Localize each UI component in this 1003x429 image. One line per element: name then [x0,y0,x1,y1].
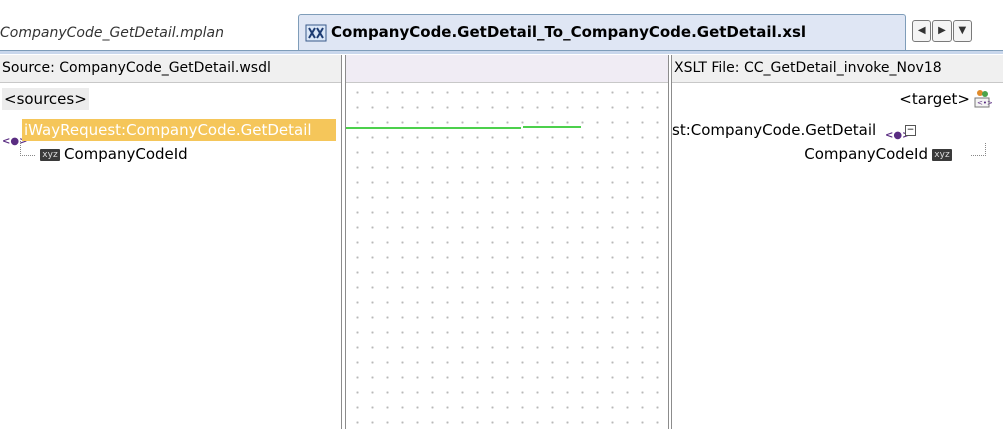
element-icon: <●> [884,129,911,141]
target-request-node[interactable]: st:CompanyCode.GetDetail <●>− [672,119,916,141]
target-panel: XSLT File: CC_GetDetail_invoke_Nov18 <ta… [671,55,1003,429]
tab-underline [0,50,1003,54]
element-icon: <●> [2,135,28,147]
map-line-2[interactable] [523,126,581,128]
svg-text:<•>: <•> [977,99,992,107]
editor-tab-bar: CompanyCode_GetDetail.mplan CompanyCode.… [0,0,1003,55]
source-header: Source: CompanyCode_GetDetail.wsdl [0,55,341,83]
source-companycodeid-label: CompanyCodeId [64,145,188,163]
tab-menu-icon[interactable]: ▼ [952,20,972,42]
scroll-right-icon[interactable]: ▶ [932,20,952,42]
target-request-label: st:CompanyCode.GetDetail [672,121,877,139]
scroll-left-icon[interactable]: ◀ [912,20,932,42]
source-companycodeid-node[interactable]: xyz CompanyCodeId [36,143,188,165]
canvas-header [346,55,668,83]
target-header: XSLT File: CC_GetDetail_invoke_Nov18 [672,55,1003,83]
xsl-file-icon [305,24,327,42]
target-companycodeid-label: CompanyCodeId [804,145,928,163]
attribute-icon: xyz [932,148,952,161]
tree-connector [971,143,986,156]
tab-mplan-label: CompanyCode_GetDetail.mplan [0,25,224,41]
tree-connector [20,141,35,156]
tab-mplan[interactable]: CompanyCode_GetDetail.mplan [0,18,290,50]
target-companycodeid-node[interactable]: CompanyCodeId xyz [804,143,956,165]
source-panel: Source: CompanyCode_GetDetail.wsdl <sour… [0,55,342,429]
source-request-node[interactable]: <●>iWayRequest:CompanyCode.GetDetail [2,119,336,147]
collapse-icon[interactable]: − [904,125,916,136]
mapping-canvas[interactable] [345,55,669,429]
sources-root[interactable]: <sources> [2,88,89,110]
attribute-icon: xyz [40,148,60,161]
tab-navigation: ◀ ▶ ▼ [912,20,972,42]
target-node-icon: <•> [974,90,992,108]
map-line-1[interactable] [346,127,521,129]
target-root[interactable]: <target> [899,88,970,110]
tab-xsl-label: CompanyCode.GetDetail_To_CompanyCode.Get… [331,23,807,41]
tab-xsl-active[interactable]: CompanyCode.GetDetail_To_CompanyCode.Get… [298,14,906,51]
source-request-label: iWayRequest:CompanyCode.GetDetail [22,119,336,141]
